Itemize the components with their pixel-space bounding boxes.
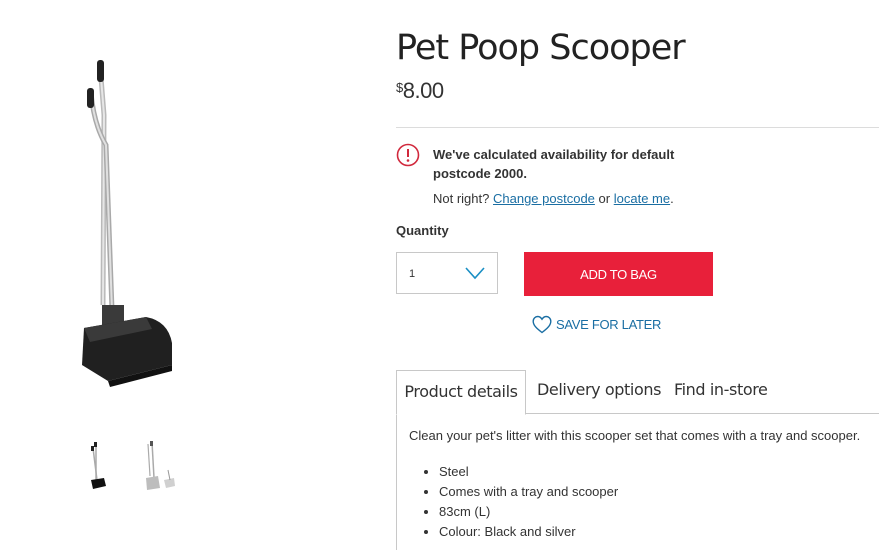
product-tabs: Product details Delivery options Find in… <box>396 370 879 415</box>
list-item: Steel <box>439 462 618 482</box>
availability-sub: Not right? Change postcode or locate me. <box>433 191 674 206</box>
change-postcode-link[interactable]: Change postcode <box>493 191 595 206</box>
save-for-later-label: SAVE FOR LATER <box>556 316 662 332</box>
availability-prompt: Not right? <box>433 191 490 206</box>
tab-find-in-store[interactable]: Find in-store <box>674 370 768 414</box>
tab-delivery-options[interactable]: Delivery options <box>537 370 661 414</box>
list-item: Comes with a tray and scooper <box>439 482 618 502</box>
locate-me-link[interactable]: locate me <box>614 191 670 206</box>
quantity-label: Quantity <box>396 223 449 238</box>
product-thumbnail[interactable] <box>138 440 178 492</box>
product-details-panel: Clean your pet's litter with this scoope… <box>396 414 879 550</box>
quantity-select[interactable]: 1 <box>396 252 498 294</box>
save-for-later-button[interactable]: SAVE FOR LATER <box>532 313 661 335</box>
product-gallery <box>0 0 380 550</box>
availability-end: . <box>670 191 674 206</box>
alert-circle-icon <box>396 143 420 167</box>
product-description: Clean your pet's litter with this scoope… <box>409 428 861 443</box>
list-item: Colour: Black and silver <box>439 522 618 542</box>
availability-message: We've calculated availability for defaul… <box>433 147 675 181</box>
product-main-image[interactable] <box>60 55 200 395</box>
chevron-down-icon <box>465 267 485 280</box>
quantity-value: 1 <box>409 268 416 280</box>
product-title: Pet Poop Scooper <box>396 28 686 68</box>
price-amount: 8.00 <box>402 78 444 103</box>
add-to-bag-button[interactable]: ADD TO BAG <box>524 252 713 296</box>
tab-product-details[interactable]: Product details <box>396 370 526 415</box>
list-item: 83cm (L) <box>439 502 618 522</box>
divider <box>396 127 879 128</box>
product-thumbnail[interactable] <box>84 440 112 492</box>
heart-icon <box>532 315 552 333</box>
availability-or: or <box>598 191 611 206</box>
feature-list: Steel Comes with a tray and scooper 83cm… <box>409 462 618 542</box>
price-currency: $ <box>396 80 403 95</box>
product-price: $8.00 <box>396 78 444 104</box>
